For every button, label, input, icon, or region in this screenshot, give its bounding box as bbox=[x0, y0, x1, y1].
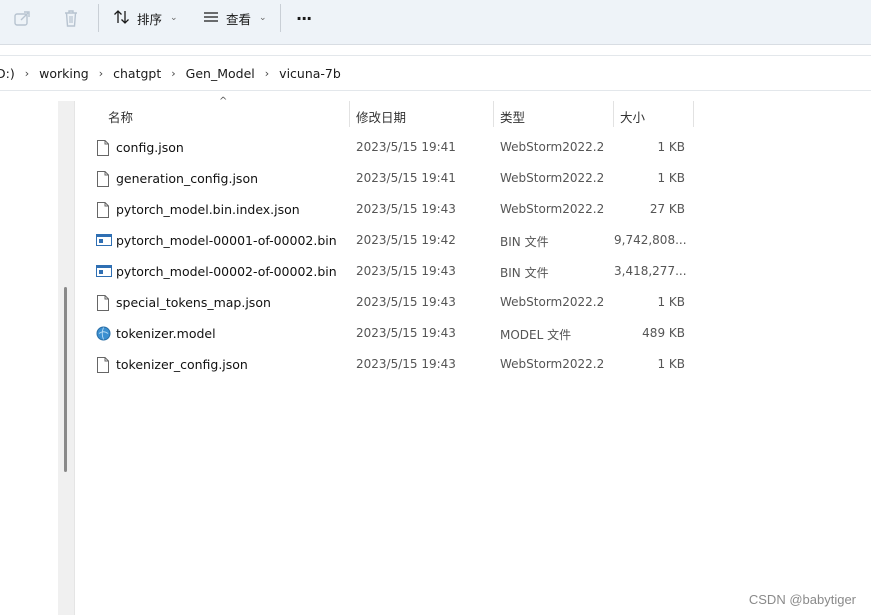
file-date: 2023/5/15 19:41 bbox=[356, 140, 456, 154]
file-name: pytorch_model-00002-of-00002.bin bbox=[116, 264, 337, 279]
view-button[interactable]: 查看 ⌄ bbox=[202, 6, 267, 30]
command-bar: 排序 ⌄ 查看 ⌄ ··· bbox=[0, 0, 871, 45]
json-file-icon bbox=[96, 171, 110, 187]
chevron-down-icon: ⌄ bbox=[170, 13, 178, 23]
column-separator[interactable] bbox=[613, 101, 614, 127]
share-icon[interactable] bbox=[12, 8, 36, 28]
column-header-type[interactable]: 类型 bbox=[500, 107, 525, 126]
file-name: pytorch_model.bin.index.json bbox=[116, 202, 300, 217]
json-file-icon bbox=[96, 357, 110, 373]
file-size: 1 KB bbox=[657, 357, 685, 371]
file-row[interactable]: pytorch_model.bin.index.json 2023/5/15 19… bbox=[92, 194, 694, 225]
bin-file-icon bbox=[96, 233, 112, 249]
pane-divider[interactable] bbox=[74, 101, 75, 615]
file-size: 1 KB bbox=[657, 171, 685, 185]
file-date: 2023/5/15 19:43 bbox=[356, 357, 456, 371]
file-name: special_tokens_map.json bbox=[116, 295, 271, 310]
file-type: BIN 文件 bbox=[500, 235, 549, 249]
scrollbar-thumb[interactable] bbox=[64, 287, 67, 472]
chevron-right-icon: › bbox=[264, 66, 270, 80]
file-type: WebStorm2022.2 bbox=[500, 202, 604, 216]
file-date: 2023/5/15 19:42 bbox=[356, 233, 456, 247]
breadcrumb-working[interactable]: working bbox=[33, 66, 95, 81]
column-separator[interactable] bbox=[493, 101, 494, 127]
file-date: 2023/5/15 19:43 bbox=[356, 326, 456, 340]
file-row[interactable]: generation_config.json 2023/5/15 19:41 Web… bbox=[92, 163, 694, 194]
file-type: WebStorm2022.2 bbox=[500, 295, 604, 309]
breadcrumb-drive[interactable]: D:) bbox=[0, 66, 21, 81]
chevron-down-icon: ⌄ bbox=[259, 13, 267, 23]
more-options-button[interactable]: ··· bbox=[296, 6, 312, 30]
file-size: 27 KB bbox=[649, 202, 685, 216]
address-bar[interactable]: D:) › working › chatgpt › Gen_Model › vi… bbox=[0, 55, 871, 91]
view-list-icon bbox=[202, 9, 220, 28]
column-header-size[interactable]: 大小 bbox=[620, 107, 645, 126]
file-type: WebStorm2022.2 bbox=[500, 171, 604, 185]
file-size: 9,742,808... bbox=[614, 233, 687, 247]
file-date: 2023/5/15 19:41 bbox=[356, 171, 456, 185]
sort-button[interactable]: 排序 ⌄ bbox=[113, 6, 178, 30]
file-type: BIN 文件 bbox=[500, 266, 549, 280]
file-name: generation_config.json bbox=[116, 171, 259, 186]
breadcrumb-gen-model[interactable]: Gen_Model bbox=[180, 66, 261, 81]
file-row[interactable]: pytorch_model-00002-of-00002.bin 2023/5/1… bbox=[92, 256, 694, 287]
file-row[interactable]: tokenizer.model 2023/5/15 19:43 MODEL 文件 48… bbox=[92, 318, 694, 349]
breadcrumb-chatgpt[interactable]: chatgpt bbox=[107, 66, 167, 81]
toolbar-divider bbox=[280, 4, 281, 32]
file-size: 489 KB bbox=[642, 326, 685, 340]
file-size: 1 KB bbox=[657, 295, 685, 309]
chevron-right-icon: › bbox=[171, 66, 176, 80]
file-size: 1 KB bbox=[657, 140, 685, 154]
bin-file-icon bbox=[96, 264, 112, 280]
chevron-right-icon: › bbox=[98, 66, 104, 80]
sort-ascending-icon: ^ bbox=[219, 96, 228, 107]
file-row[interactable]: pytorch_model-00001-of-00002.bin 2023/5/1… bbox=[92, 225, 694, 256]
file-date: 2023/5/15 19:43 bbox=[356, 202, 456, 216]
json-file-icon bbox=[96, 295, 110, 311]
watermark: CSDN @babytiger bbox=[748, 592, 856, 607]
view-label: 查看 bbox=[226, 11, 252, 27]
json-file-icon bbox=[96, 202, 110, 218]
file-name: pytorch_model-00001-of-00002.bin bbox=[116, 233, 337, 248]
json-file-icon bbox=[96, 140, 110, 156]
file-row[interactable]: special_tokens_map.json 2023/5/15 19:43 We… bbox=[92, 287, 694, 318]
chevron-right-icon: › bbox=[24, 66, 30, 80]
sort-label: 排序 bbox=[137, 11, 163, 27]
file-date: 2023/5/15 19:43 bbox=[356, 264, 456, 278]
file-type: WebStorm2022.2 bbox=[500, 140, 604, 154]
file-date: 2023/5/15 19:43 bbox=[356, 295, 456, 309]
column-separator[interactable] bbox=[349, 101, 350, 127]
column-header-name[interactable]: 名称 bbox=[108, 107, 133, 126]
model-file-icon bbox=[96, 326, 111, 342]
breadcrumb-vicuna-7b[interactable]: vicuna-7b bbox=[273, 66, 347, 81]
file-row[interactable]: tokenizer_config.json 2023/5/15 19:43 WebS… bbox=[92, 349, 694, 380]
file-row[interactable]: config.json 2023/5/15 19:41 WebStorm2022.2… bbox=[92, 132, 694, 163]
column-separator[interactable] bbox=[693, 101, 694, 127]
file-size: 3,418,277... bbox=[614, 264, 687, 278]
column-header-date[interactable]: 修改日期 bbox=[356, 107, 406, 126]
file-name: tokenizer_config.json bbox=[116, 357, 248, 372]
file-name: config.json bbox=[116, 140, 184, 155]
more-icon: ··· bbox=[296, 8, 312, 28]
navigation-pane bbox=[0, 101, 58, 615]
delete-icon[interactable] bbox=[60, 8, 84, 28]
sort-icon bbox=[113, 9, 131, 28]
file-type: MODEL 文件 bbox=[500, 328, 572, 342]
file-name: tokenizer.model bbox=[116, 326, 216, 341]
file-type: WebStorm2022.2 bbox=[500, 357, 604, 371]
toolbar-divider bbox=[98, 4, 99, 32]
